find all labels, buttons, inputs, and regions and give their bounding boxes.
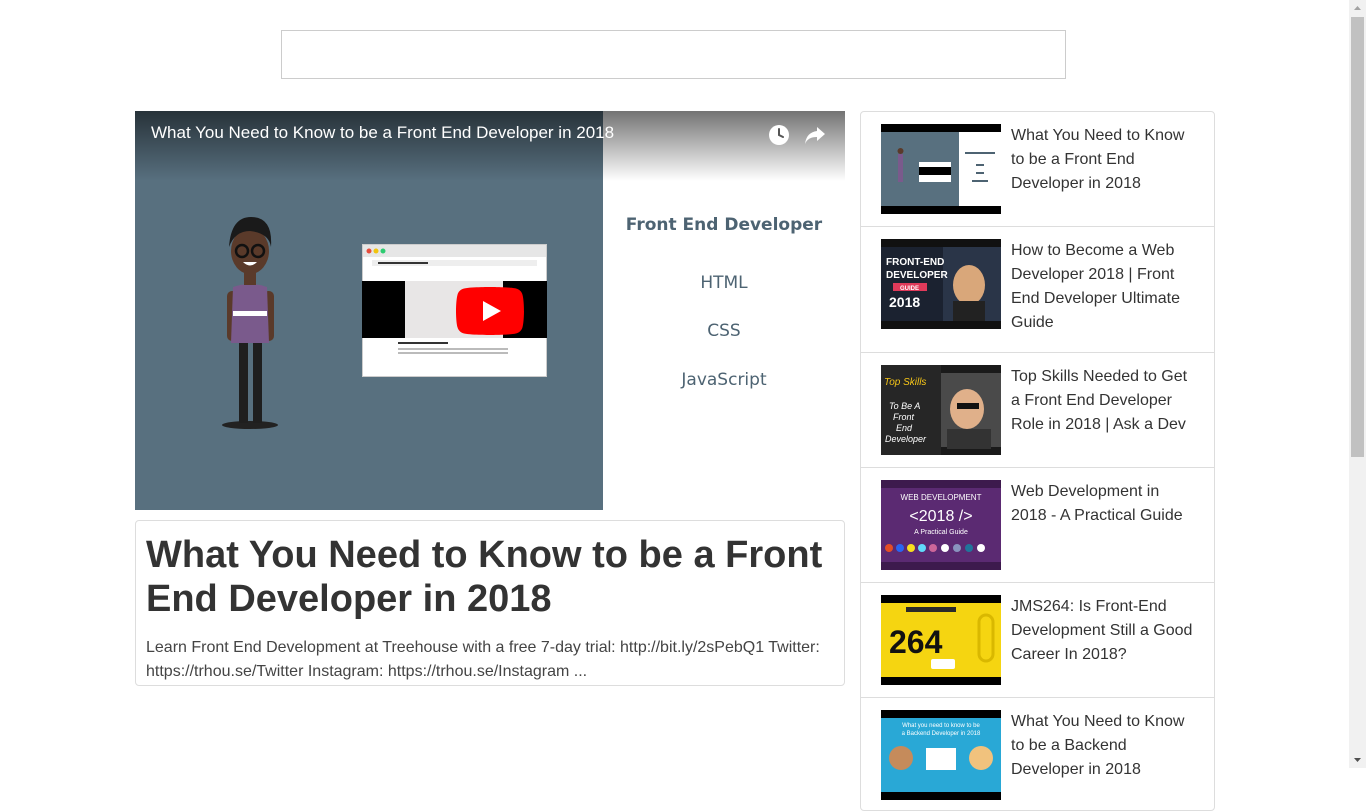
- search-input[interactable]: [281, 30, 1066, 79]
- slide-heading: Front End Developer: [625, 215, 823, 235]
- player-title[interactable]: What You Need to Know to be a Front End …: [151, 123, 614, 143]
- thumb-text: Top Skills: [884, 377, 926, 388]
- list-item-title[interactable]: Top Skills Needed to Get a Front End Dev…: [1011, 365, 1199, 437]
- video-thumbnail[interactable]: FRONT-END DEVELOPER GUIDE 2018: [881, 239, 1001, 329]
- list-item-title[interactable]: How to Become a Web Developer 2018 | Fro…: [1011, 239, 1199, 335]
- list-item-title[interactable]: Web Development in 2018 - A Practical Gu…: [1011, 480, 1199, 528]
- thumb-text: Front: [893, 412, 915, 422]
- list-item[interactable]: Top Skills To Be A Front End Developer T…: [861, 353, 1214, 468]
- thumb-text: a Backend Developer in 2018: [902, 731, 981, 737]
- video-thumbnail[interactable]: What you need to know to be a Backend De…: [881, 710, 1001, 800]
- list-item-title[interactable]: What You Need to Know to be a Front End …: [1011, 124, 1199, 196]
- list-item[interactable]: WEB DEVELOPMENT <2018 /> A Practical Gui…: [861, 468, 1214, 583]
- thumb-text: To Be A: [889, 401, 920, 411]
- thumb-text: FRONT-END: [886, 257, 944, 268]
- video-thumbnail[interactable]: [881, 124, 1001, 214]
- thumb-text: A Practical Guide: [914, 529, 968, 536]
- video-info-card: What You Need to Know to be a Front End …: [135, 520, 845, 686]
- thumb-text: What you need to know to be: [902, 723, 980, 729]
- thumb-text: WEB DEVELOPMENT: [901, 493, 982, 502]
- character-illustration: [222, 217, 278, 429]
- slide-item-css: CSS: [707, 321, 741, 341]
- list-item-title[interactable]: JMS264: Is Front-End Development Still a…: [1011, 595, 1199, 667]
- thumb-text: DEVELOPER: [886, 270, 948, 281]
- scrollbar-thumb[interactable]: [1351, 17, 1364, 457]
- thumb-text: 2018: [889, 294, 920, 310]
- thumb-text: End: [896, 423, 913, 433]
- video-thumbnail[interactable]: WEB DEVELOPMENT <2018 /> A Practical Gui…: [881, 480, 1001, 570]
- page-scrollbar[interactable]: [1349, 0, 1366, 768]
- video-thumbnail[interactable]: 264: [881, 595, 1001, 685]
- play-icon[interactable]: [456, 287, 524, 335]
- slide-item-html: HTML: [700, 273, 748, 293]
- thumb-text: <2018 />: [909, 508, 972, 525]
- clock-icon[interactable]: [767, 123, 791, 147]
- scroll-up-icon[interactable]: [1349, 0, 1366, 17]
- list-item[interactable]: What you need to know to be a Backend De…: [861, 698, 1214, 810]
- list-item[interactable]: 264 JMS264: Is Front-End Development Sti…: [861, 583, 1214, 698]
- slide-item-javascript: JavaScript: [681, 370, 767, 390]
- player-top-gradient: [135, 111, 845, 181]
- video-description: Learn Front End Development at Treehouse…: [146, 639, 820, 680]
- list-item[interactable]: FRONT-END DEVELOPER GUIDE 2018 How to Be…: [861, 227, 1214, 353]
- share-icon[interactable]: [803, 123, 827, 147]
- related-videos-list: What You Need to Know to be a Front End …: [860, 111, 1215, 811]
- scroll-down-icon[interactable]: [1349, 751, 1366, 768]
- video-player[interactable]: Front End Developer HTML CSS JavaScript …: [135, 111, 845, 510]
- list-item-title[interactable]: What You Need to Know to be a Backend De…: [1011, 710, 1199, 782]
- video-thumbnail[interactable]: Top Skills To Be A Front End Developer: [881, 365, 1001, 455]
- thumb-text: Developer: [885, 434, 927, 444]
- video-title: What You Need to Know to be a Front End …: [146, 534, 823, 620]
- list-item[interactable]: What You Need to Know to be a Front End …: [861, 112, 1214, 227]
- thumb-text: GUIDE: [900, 286, 919, 292]
- thumb-text: 264: [889, 624, 943, 660]
